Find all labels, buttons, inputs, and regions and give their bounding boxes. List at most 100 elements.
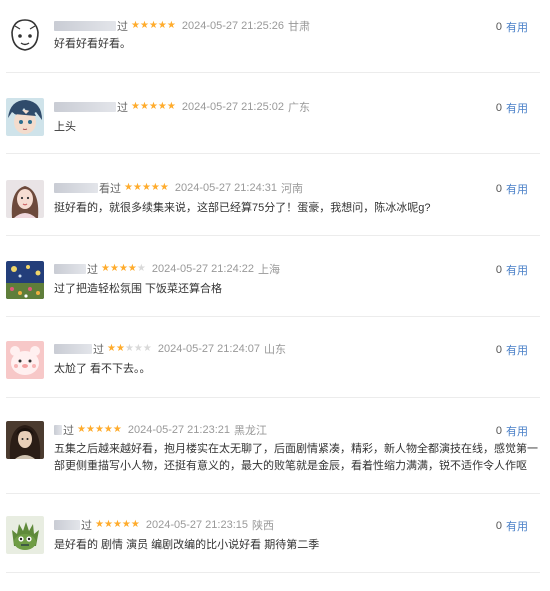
watch-status: 过 <box>117 102 128 114</box>
star-icon: ★ <box>139 20 149 31</box>
useful-count: 0 <box>495 183 502 195</box>
comment-text: 好看好看好看。 <box>54 38 131 50</box>
anime-boy-avatar[interactable] <box>6 98 44 136</box>
rating-stars: ★ ★ ★ ★ ★ <box>131 21 176 31</box>
comment-location: 山东 <box>264 344 286 356</box>
useful-count: 0 <box>495 21 502 33</box>
comment-location: 黑龙江 <box>234 425 267 437</box>
useful-vote: 0 有用 <box>496 342 528 358</box>
divider <box>6 397 540 398</box>
username-blurred[interactable] <box>54 264 86 274</box>
divider <box>6 493 540 494</box>
watch-status: 看过 <box>99 183 121 195</box>
green-monster-avatar[interactable] <box>6 516 44 554</box>
star-icon: ★ <box>115 343 125 354</box>
rating-stars: ★ ★ ★ ★ ★ <box>124 183 169 193</box>
star-icon: ★ <box>141 182 151 193</box>
useful-button[interactable]: 有用 <box>506 518 528 534</box>
painting-avatar[interactable] <box>6 261 44 299</box>
pink-bear-avatar[interactable] <box>6 341 44 379</box>
watch-status: 过 <box>93 344 104 356</box>
comment-meta: 过 ★ ★ ★ ★ ★ 2024-05-27 21:23:21 黑龙江 <box>54 421 267 439</box>
star-icon: ★ <box>131 101 140 112</box>
watch-status: 过 <box>117 21 128 33</box>
username-blurred[interactable] <box>54 425 62 435</box>
star-icon: ★ <box>103 424 113 435</box>
star-icon: ★ <box>85 424 95 435</box>
useful-vote: 0 有用 <box>496 262 528 278</box>
comment-location: 甘肃 <box>288 21 310 33</box>
useful-vote: 0 有用 <box>496 19 528 35</box>
comment-text: 过了把造轻松氛围 下饭菜还算合格 <box>54 283 223 295</box>
divider <box>6 153 540 154</box>
sketch-face-avatar[interactable] <box>6 16 44 54</box>
star-icon: ★ <box>107 343 116 354</box>
comment-meta: 看过 ★ ★ ★ ★ ★ 2024-05-27 21:24:31 河南 <box>54 179 303 197</box>
star-icon: ★ <box>150 182 160 193</box>
useful-vote: 0 有用 <box>496 423 528 439</box>
star-icon: ★ <box>139 101 149 112</box>
username-blurred[interactable] <box>54 520 80 530</box>
star-icon: ★ <box>148 101 158 112</box>
star-icon: ★ <box>166 20 176 31</box>
rating-stars: ★ ★ ★ ★ ★ <box>131 102 176 112</box>
comment-time: 2024-05-27 21:23:15 <box>145 519 248 531</box>
comment-location: 广东 <box>288 102 310 114</box>
girl-photo-avatar[interactable] <box>6 180 44 218</box>
comment-time: 2024-05-27 21:24:07 <box>157 343 260 355</box>
comment-text: 五集之后越来越好看，抱月楼实在太无聊了，后面剧情紧凑，精彩，新人物全都演技在线，… <box>54 443 538 472</box>
star-icon: ★ <box>95 519 104 530</box>
username-blurred[interactable] <box>54 183 98 193</box>
star-icon: ★ <box>109 263 119 274</box>
star-icon: ★ <box>136 263 146 274</box>
long-hair-avatar[interactable] <box>6 421 44 459</box>
star-icon: ★ <box>94 424 104 435</box>
username-blurred[interactable] <box>54 102 116 112</box>
star-icon: ★ <box>157 101 167 112</box>
star-icon: ★ <box>148 20 158 31</box>
star-icon: ★ <box>112 519 122 530</box>
watch-status: 过 <box>63 425 74 437</box>
comment-meta: 过 ★ ★ ★ ★ ★ 2024-05-27 21:25:02 广东 <box>54 98 310 116</box>
comment-text: 是好看的 剧情 演员 编剧改编的比小说好看 期待第二季 <box>54 539 320 551</box>
useful-button[interactable]: 有用 <box>506 100 528 116</box>
username-blurred[interactable] <box>54 344 92 354</box>
star-icon: ★ <box>101 263 110 274</box>
useful-count: 0 <box>495 520 502 532</box>
star-icon: ★ <box>103 519 113 530</box>
rating-stars: ★ ★ ★ ★ ★ <box>77 425 122 435</box>
useful-button[interactable]: 有用 <box>506 19 528 35</box>
star-icon: ★ <box>124 182 133 193</box>
useful-vote: 0 有用 <box>496 100 528 116</box>
comment-location: 河南 <box>281 183 303 195</box>
watch-status: 过 <box>81 520 92 532</box>
username-blurred[interactable] <box>54 21 116 31</box>
comment-meta: 过 ★ ★ ★ ★ ★ 2024-05-27 21:24:07 山东 <box>54 340 286 358</box>
star-icon: ★ <box>121 519 131 530</box>
divider <box>6 316 540 317</box>
star-icon: ★ <box>132 182 142 193</box>
comment-time: 2024-05-27 21:25:02 <box>181 101 284 113</box>
star-icon: ★ <box>127 263 137 274</box>
comment-meta: 过 ★ ★ ★ ★ ★ 2024-05-27 21:25:26 甘肃 <box>54 17 310 35</box>
watch-status: 过 <box>87 264 98 276</box>
rating-stars: ★ ★ ★ ★ ★ <box>95 520 140 530</box>
comment-time: 2024-05-27 21:23:21 <box>127 424 230 436</box>
divider <box>6 72 540 73</box>
star-icon: ★ <box>112 424 122 435</box>
star-icon: ★ <box>142 343 152 354</box>
star-icon: ★ <box>124 343 134 354</box>
useful-vote: 0 有用 <box>496 518 528 534</box>
useful-button[interactable]: 有用 <box>506 423 528 439</box>
comment-text: 上头 <box>54 121 76 133</box>
comment-text: 太尬了 看不下去。。 <box>54 363 151 375</box>
divider <box>6 235 540 236</box>
rating-stars: ★ ★ ★ ★ ★ <box>107 344 152 354</box>
useful-count: 0 <box>495 425 502 437</box>
star-icon: ★ <box>77 424 86 435</box>
useful-button[interactable]: 有用 <box>506 262 528 278</box>
useful-vote: 0 有用 <box>496 181 528 197</box>
star-icon: ★ <box>133 343 143 354</box>
useful-button[interactable]: 有用 <box>506 342 528 358</box>
useful-button[interactable]: 有用 <box>506 181 528 197</box>
